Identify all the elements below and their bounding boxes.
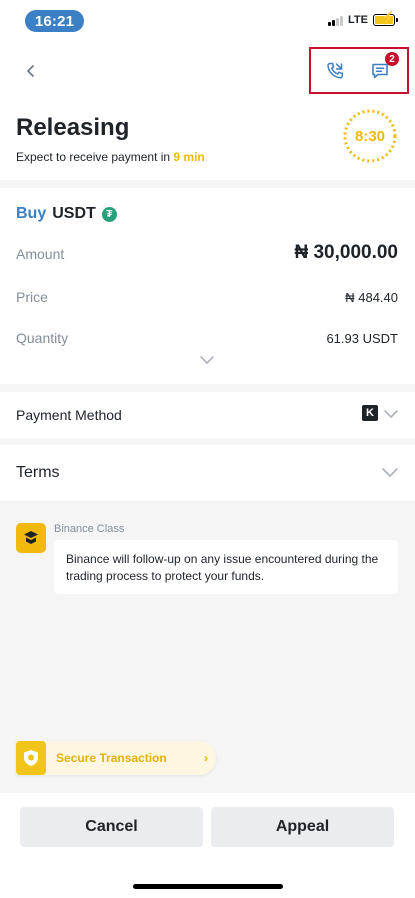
price-label: Price [16, 289, 48, 305]
appeal-button[interactable]: Appeal [211, 807, 394, 847]
status-time: 16:21 [25, 10, 84, 32]
subtitle-time: 9 min [173, 150, 205, 164]
network-type: LTE [348, 14, 368, 26]
order-side: Buy [16, 205, 47, 222]
bank-logo-icon: K [362, 405, 378, 421]
bottom-action-bar: Cancel Appeal [0, 793, 415, 898]
signal-icon [328, 15, 344, 26]
terms-label: Terms [16, 464, 60, 481]
chat-sender-name: Binance Class [54, 523, 125, 535]
tether-icon: ₮ [101, 206, 117, 222]
payment-expectation-text: Expect to receive payment in 9 min [16, 150, 205, 164]
amount-label: Amount [16, 246, 65, 262]
subtitle-prefix: Expect to receive payment in [16, 150, 174, 164]
secure-transaction-label: Secure Transaction [56, 751, 167, 765]
chevron-down-icon [382, 468, 398, 477]
quantity-label: Quantity [16, 330, 69, 346]
terms-row[interactable]: Terms [0, 445, 415, 501]
countdown-timer: 8:30 [354, 127, 386, 145]
status-bar: 16:21 LTE ⚡ [0, 0, 415, 44]
chevron-down-icon [384, 410, 398, 418]
payment-method-label: Payment Method [16, 407, 122, 423]
binance-class-icon [16, 523, 46, 553]
status-indicators: LTE ⚡ [328, 11, 398, 26]
order-details-card: Buy USDT ₮ Amount ₦ 30,000.00 Price ₦ 48… [0, 188, 415, 384]
battery-icon: ⚡ [373, 11, 398, 26]
amount-value: ₦ 30,000.00 [294, 242, 398, 263]
phone-call-icon [327, 62, 344, 79]
quantity-value: 61.93 USDT [326, 331, 398, 346]
chat-message-bubble: Binance will follow-up on any issue enco… [54, 540, 398, 594]
shield-icon [16, 741, 46, 775]
back-button[interactable] [20, 60, 42, 82]
home-indicator[interactable] [133, 884, 283, 889]
call-button[interactable] [322, 58, 348, 84]
chevron-right-icon: › [204, 751, 208, 765]
chevron-down-icon[interactable] [199, 355, 215, 365]
back-arrow-icon [27, 65, 34, 77]
payment-method-row[interactable]: Payment Method K [0, 392, 415, 438]
cancel-button[interactable]: Cancel [20, 807, 203, 847]
price-value: ₦ 484.40 [345, 290, 398, 305]
page-title: Releasing [16, 114, 130, 141]
order-asset: USDT [52, 205, 96, 222]
secure-transaction-button[interactable]: Secure Transaction › [16, 741, 216, 775]
order-title: Buy USDT ₮ [16, 205, 117, 223]
chat-notification-badge: 2 [385, 52, 399, 66]
order-status-header: 2 Releasing Expect to receive payment in… [0, 44, 415, 180]
